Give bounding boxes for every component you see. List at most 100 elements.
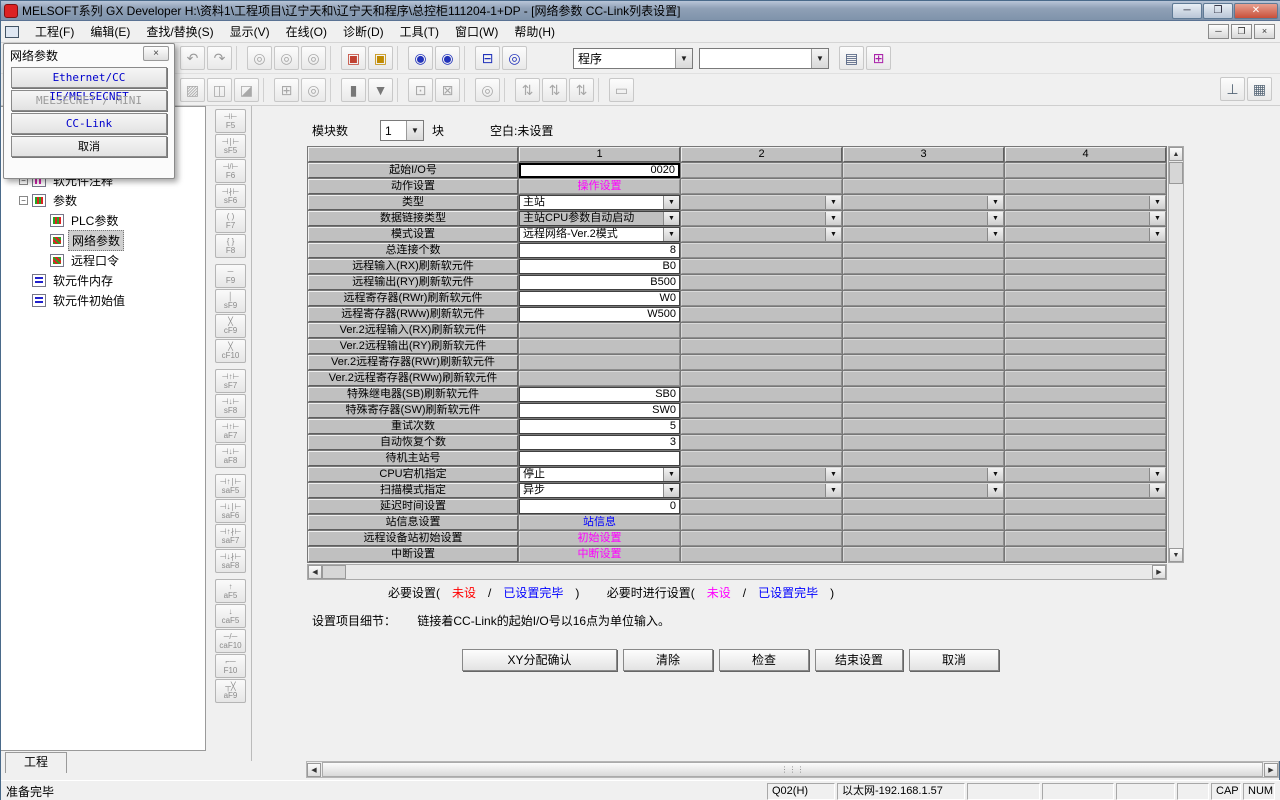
step-run-icon[interactable]: ▮ bbox=[341, 78, 366, 102]
ladder-button-saF8[interactable]: ⊣↓∤⊢saF8 bbox=[215, 549, 246, 573]
param-input-cell[interactable]: W500 bbox=[519, 307, 680, 322]
sidebar-item-3[interactable]: PLC参数 bbox=[1, 210, 205, 230]
minimize-button[interactable]: ─ bbox=[1172, 3, 1202, 19]
scroll-left-icon[interactable]: ◀ bbox=[307, 763, 321, 777]
param-dropdown-cell-empty[interactable]: ▼ bbox=[843, 195, 1004, 210]
param-dropdown-cell-empty[interactable]: ▼ bbox=[1005, 195, 1166, 210]
param-empty-cell[interactable] bbox=[843, 259, 1004, 274]
param-empty-cell[interactable] bbox=[681, 163, 842, 178]
sort-delete-icon[interactable]: ⇅ bbox=[542, 78, 567, 102]
param-empty-cell[interactable] bbox=[1005, 531, 1166, 546]
mdi-restore-button[interactable]: ❐ bbox=[1231, 24, 1252, 39]
param-dropdown-cell-empty[interactable]: ▼ bbox=[681, 483, 842, 498]
sidebar-item-6[interactable]: 软元件内存 bbox=[1, 270, 205, 290]
param-dropdown-cell-empty[interactable]: ▼ bbox=[1005, 467, 1166, 482]
ladder-button-aF5[interactable]: ↑aF5 bbox=[215, 579, 246, 603]
param-empty-cell[interactable] bbox=[681, 387, 842, 402]
scroll-down-icon[interactable]: ▼ bbox=[1169, 548, 1183, 562]
verify-plc-icon[interactable]: ◎ bbox=[502, 46, 527, 70]
param-dropdown-cell[interactable]: 停止▼ bbox=[519, 467, 680, 482]
chevron-down-icon[interactable]: ▼ bbox=[663, 212, 679, 225]
param-empty-cell[interactable] bbox=[1005, 499, 1166, 514]
monitor-device-icon[interactable]: ◉ bbox=[435, 46, 460, 70]
param-empty-cell[interactable] bbox=[843, 163, 1004, 178]
param-empty-cell[interactable] bbox=[1005, 355, 1166, 370]
ladder-button-saF5[interactable]: ⊣↑∣⊢saF5 bbox=[215, 474, 246, 498]
param-empty-cell[interactable] bbox=[1005, 339, 1166, 354]
dialog-button-1[interactable]: Ethernet/CC IE/MELSECNET bbox=[11, 67, 167, 88]
step-stop-icon[interactable]: ▼ bbox=[368, 78, 393, 102]
param-dropdown-cell-empty[interactable]: ▼ bbox=[843, 467, 1004, 482]
param-input-cell[interactable]: 0 bbox=[519, 499, 680, 514]
param-dropdown-cell-empty[interactable]: ▼ bbox=[843, 483, 1004, 498]
chevron-down-icon[interactable]: ▼ bbox=[1149, 196, 1165, 209]
ladder-button-sF9[interactable]: │sF9 bbox=[215, 289, 246, 313]
chevron-down-icon[interactable]: ▼ bbox=[1149, 228, 1165, 241]
param-input-cell[interactable] bbox=[519, 451, 680, 466]
param-empty-cell[interactable] bbox=[843, 339, 1004, 354]
param-empty-cell[interactable] bbox=[1005, 547, 1166, 562]
param-empty-cell[interactable] bbox=[843, 515, 1004, 530]
redo-icon[interactable]: ↷ bbox=[207, 46, 232, 70]
chevron-down-icon[interactable]: ▼ bbox=[825, 228, 841, 241]
param-input-cell[interactable]: 5 bbox=[519, 419, 680, 434]
menu-item-5[interactable]: 在线(O) bbox=[278, 21, 335, 42]
param-empty-cell[interactable] bbox=[843, 451, 1004, 466]
restore-button[interactable]: ❐ bbox=[1203, 3, 1233, 19]
ladder-button-F5[interactable]: ⊣⊢F5 bbox=[215, 109, 246, 133]
module-count-combobox[interactable]: 1 ▼ bbox=[380, 120, 424, 141]
ladder-button-aF8[interactable]: ⊣↓⊢aF8 bbox=[215, 444, 246, 468]
param-dropdown-cell[interactable]: 异步▼ bbox=[519, 483, 680, 498]
menu-item-7[interactable]: 工具(T) bbox=[392, 21, 447, 42]
param-empty-cell[interactable] bbox=[1005, 291, 1166, 306]
param-empty-cell[interactable] bbox=[1005, 515, 1166, 530]
param-empty-cell[interactable] bbox=[843, 307, 1004, 322]
param-empty-cell[interactable] bbox=[843, 179, 1004, 194]
table-horizontal-scrollbar[interactable]: ◀ ▶ bbox=[307, 564, 1167, 580]
ladder-button-sF5[interactable]: ⊣∣⊢sF5 bbox=[215, 134, 246, 158]
grid-display-icon[interactable]: ⊞ bbox=[274, 78, 299, 102]
ladder-button-sF7[interactable]: ⊣↑⊢sF7 bbox=[215, 369, 246, 393]
menu-item-2[interactable]: 编辑(E) bbox=[82, 21, 138, 42]
param-link-cell[interactable]: 初始设置 bbox=[519, 531, 680, 546]
table-vertical-scrollbar[interactable]: ▲ ▼ bbox=[1168, 146, 1184, 563]
scroll-up-icon[interactable]: ▲ bbox=[1169, 147, 1183, 161]
param-empty-cell[interactable] bbox=[519, 323, 680, 338]
close-button[interactable]: ✕ bbox=[1234, 3, 1278, 19]
tree-expander-icon[interactable]: − bbox=[19, 196, 28, 205]
ladder-button-saF7[interactable]: ⊣↑∤⊢saF7 bbox=[215, 524, 246, 548]
ladder-button-saF6[interactable]: ⊣↓∣⊢saF6 bbox=[215, 499, 246, 523]
page-preview-icon[interactable]: ▤ bbox=[839, 46, 864, 70]
program-type-combobox[interactable]: 程序 ▼ bbox=[573, 48, 693, 69]
param-empty-cell[interactable] bbox=[681, 547, 842, 562]
ladder-button-sF6[interactable]: ⊣∤⊢sF6 bbox=[215, 184, 246, 208]
ladder-button-F10[interactable]: ⌐─F10 bbox=[215, 654, 246, 678]
ladder-button-cF10[interactable]: ╳cF10 bbox=[215, 339, 246, 363]
editor-horizontal-scrollbar[interactable]: ◀ ⋮⋮⋮ ▶ bbox=[306, 761, 1279, 778]
mdi-document-icon[interactable] bbox=[5, 26, 19, 38]
chevron-down-icon[interactable]: ▼ bbox=[1149, 212, 1165, 225]
param-input-cell[interactable]: 3 bbox=[519, 435, 680, 450]
chevron-down-icon[interactable]: ▼ bbox=[663, 196, 679, 209]
chevron-down-icon[interactable]: ▼ bbox=[987, 212, 1003, 225]
scrollbar-thumb[interactable] bbox=[322, 565, 346, 579]
param-empty-cell[interactable] bbox=[1005, 403, 1166, 418]
chevron-down-icon[interactable]: ▼ bbox=[663, 484, 679, 497]
ladder-symbolic-icon[interactable]: ▨ bbox=[180, 78, 205, 102]
jump-dest-icon[interactable]: ⊠ bbox=[435, 78, 460, 102]
chevron-down-icon[interactable]: ▼ bbox=[675, 49, 692, 68]
scroll-right-icon[interactable]: ▶ bbox=[1264, 763, 1278, 777]
param-empty-cell[interactable] bbox=[681, 451, 842, 466]
param-input-cell[interactable]: B0 bbox=[519, 259, 680, 274]
param-input-cell[interactable]: W0 bbox=[519, 291, 680, 306]
ladder-cut-icon[interactable]: ◪ bbox=[234, 78, 259, 102]
chevron-down-icon[interactable]: ▼ bbox=[811, 49, 828, 68]
scrollbar-thumb[interactable] bbox=[1169, 162, 1183, 184]
ladder-button-F8[interactable]: { }F8 bbox=[215, 234, 246, 258]
undo-icon[interactable]: ↶ bbox=[180, 46, 205, 70]
param-link-cell[interactable]: 站信息 bbox=[519, 515, 680, 530]
param-link-cell[interactable]: 中断设置 bbox=[519, 547, 680, 562]
jump-source-icon[interactable]: ⊡ bbox=[408, 78, 433, 102]
ladder-button-F9[interactable]: ─F9 bbox=[215, 264, 246, 288]
mdi-close-button[interactable]: × bbox=[1254, 24, 1275, 39]
